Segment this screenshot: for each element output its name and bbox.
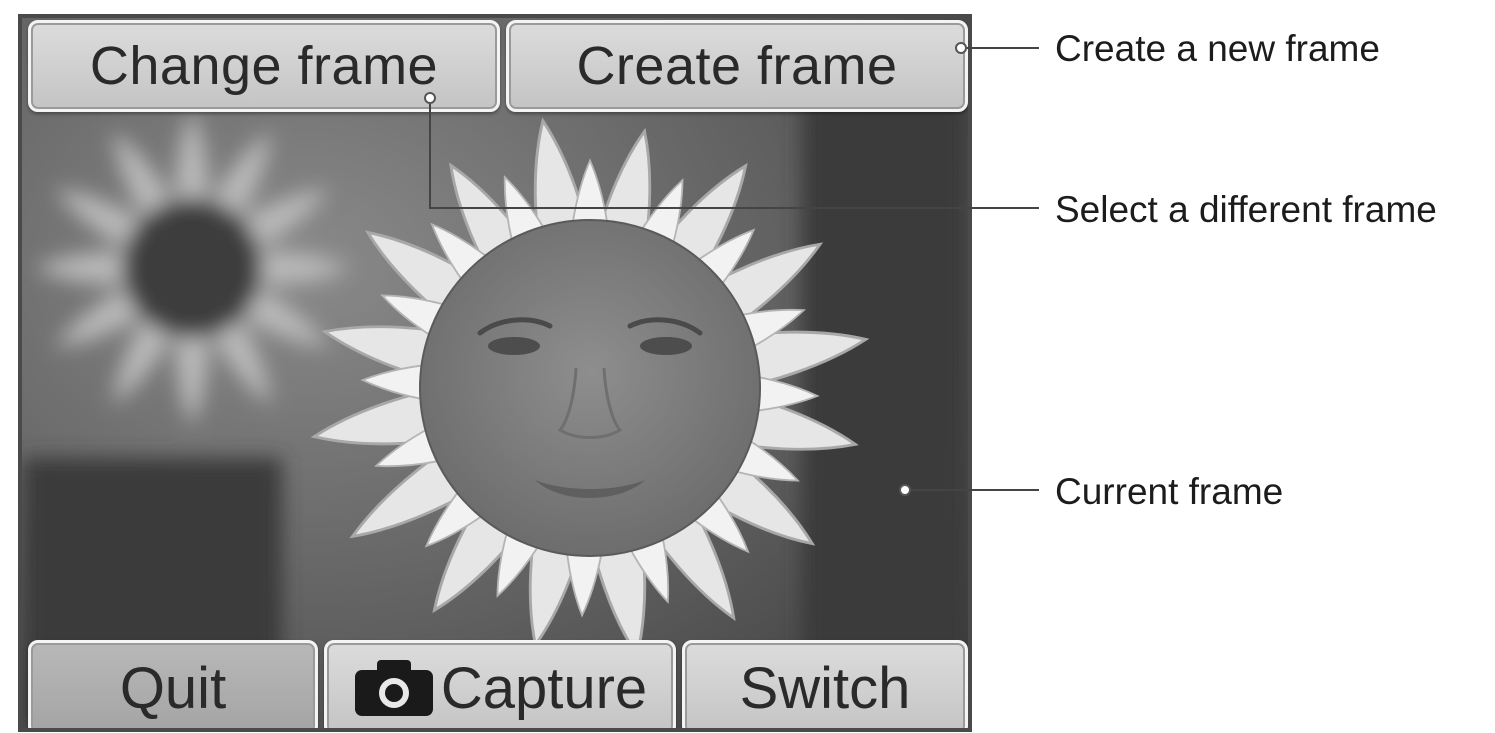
face-photo [419, 219, 761, 557]
callout-create-dot [955, 42, 967, 54]
callout-current-dot [899, 484, 911, 496]
callout-select-vline [429, 104, 431, 209]
create-frame-label: Create frame [576, 36, 898, 96]
create-frame-button[interactable]: Create frame [506, 20, 968, 112]
switch-label: Switch [739, 655, 911, 721]
callout-select-dot [424, 92, 436, 104]
callout-create-text: Create a new frame [1055, 28, 1380, 69]
change-frame-label: Change frame [89, 36, 439, 96]
capture-label: Capture [440, 655, 648, 721]
camera-icon [354, 660, 433, 716]
callout-select-hline [429, 207, 1039, 209]
quit-button[interactable]: Quit [28, 640, 318, 728]
camera-preview [22, 18, 968, 728]
quit-label: Quit [119, 655, 227, 721]
device-screen: Change frame Create frame Quit Capture S… [18, 14, 972, 732]
callout-current-text: Current frame [1055, 471, 1284, 512]
diagram-page: Change frame Create frame Quit Capture S… [0, 0, 1495, 733]
callout-current-line [911, 489, 1039, 491]
capture-button[interactable]: Capture [324, 640, 676, 728]
callout-select-text: Select a different frame [1055, 189, 1437, 230]
callout-create-line [967, 47, 1039, 49]
switch-button[interactable]: Switch [682, 640, 968, 728]
